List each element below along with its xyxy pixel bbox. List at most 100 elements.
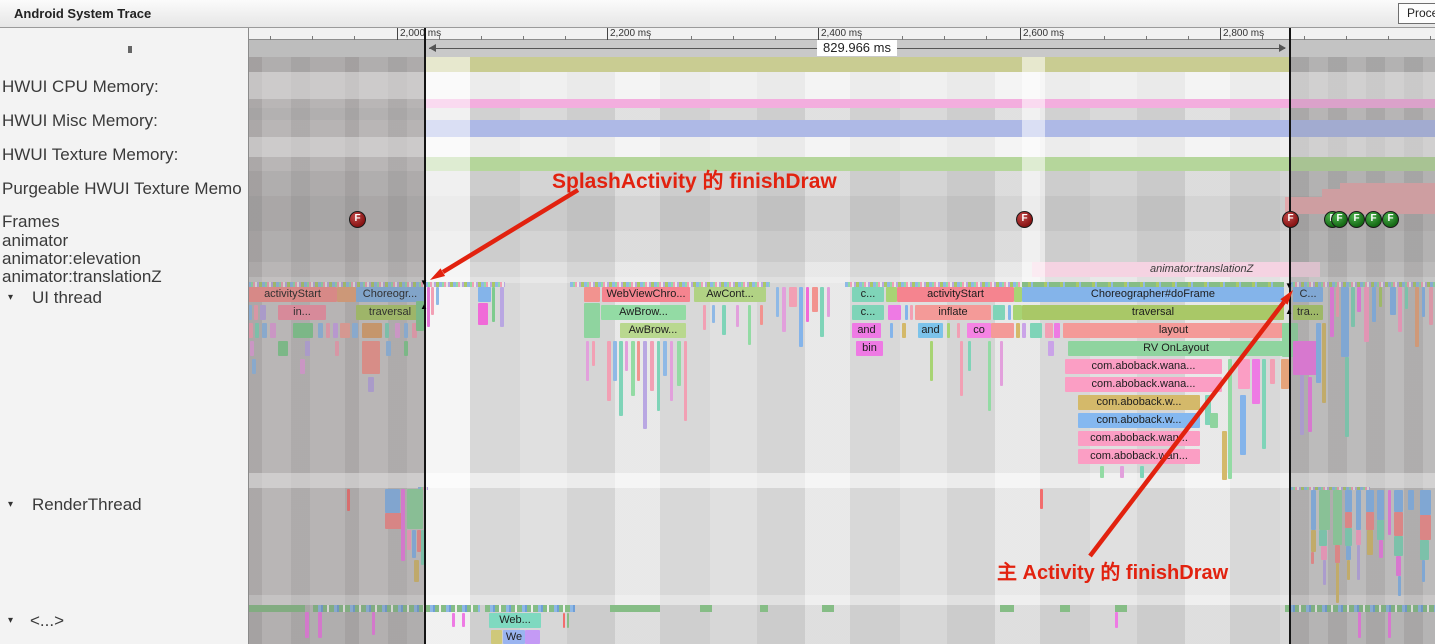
trace-span[interactable] (827, 287, 830, 317)
trace-span[interactable] (960, 341, 963, 396)
trace-span[interactable] (584, 287, 600, 302)
trace-span[interactable] (799, 287, 803, 347)
trace-span[interactable] (586, 341, 589, 381)
trace-span[interactable] (1319, 530, 1327, 546)
trace-span[interactable] (776, 287, 779, 317)
trace-span[interactable] (337, 287, 356, 302)
trace-span[interactable] (386, 341, 391, 356)
trace-span[interactable] (888, 305, 901, 320)
trace-span[interactable] (1345, 357, 1349, 437)
trace-span-labeled[interactable]: com.aboback.wana... (1065, 359, 1222, 374)
trace-span[interactable] (886, 287, 897, 302)
trace-span[interactable] (1357, 287, 1361, 312)
sidebar-item-hwui-cpu-memory[interactable]: HWUI CPU Memory: (2, 77, 159, 97)
sidebar-item-animator-elevation[interactable]: animator:elevation (2, 249, 141, 269)
trace-span[interactable] (478, 287, 491, 302)
trace-span[interactable] (492, 287, 495, 322)
trace-span[interactable] (1351, 287, 1355, 327)
trace-span[interactable] (1228, 359, 1232, 479)
trace-span[interactable] (905, 305, 908, 320)
trace-span[interactable] (1308, 377, 1312, 432)
trace-span[interactable] (462, 613, 465, 627)
trace-span[interactable] (252, 359, 256, 374)
trace-span[interactable] (1000, 341, 1003, 386)
trace-span[interactable] (254, 305, 258, 320)
trace-span-labeled[interactable]: We (503, 630, 525, 644)
trace-span[interactable] (1210, 413, 1218, 428)
trace-span[interactable] (1356, 490, 1361, 530)
trace-span[interactable] (293, 323, 313, 338)
trace-span[interactable] (1346, 546, 1351, 560)
trace-span[interactable] (305, 341, 310, 356)
trace-span[interactable] (1398, 576, 1401, 596)
trace-span[interactable] (412, 530, 416, 558)
trace-span[interactable] (619, 341, 623, 416)
trace-span[interactable] (1054, 323, 1060, 338)
trace-span-labeled[interactable]: layout (1063, 323, 1284, 338)
trace-span[interactable] (736, 305, 739, 327)
trace-span[interactable] (1405, 287, 1408, 309)
trace-span[interactable] (305, 612, 309, 638)
trace-span[interactable] (1270, 359, 1275, 384)
trace-span[interactable] (1394, 490, 1403, 512)
sidebar-item-item[interactable]: <...> (30, 611, 64, 631)
trace-span[interactable] (760, 305, 763, 325)
trace-span[interactable] (1336, 287, 1339, 317)
trace-span[interactable] (1396, 556, 1401, 576)
trace-span[interactable] (1311, 552, 1314, 564)
disclosure-arrow-icon[interactable]: ▾ (8, 615, 13, 626)
trace-span[interactable] (993, 305, 1005, 320)
trace-span[interactable] (1014, 287, 1022, 302)
trace-span[interactable] (1222, 431, 1227, 480)
trace-span[interactable] (436, 287, 439, 305)
trace-span[interactable] (613, 341, 617, 381)
trace-span[interactable] (902, 323, 906, 338)
trace-span-labeled[interactable]: c... (852, 287, 884, 302)
trace-span-labeled[interactable]: AwCont... (694, 287, 766, 302)
trace-span[interactable] (335, 341, 339, 356)
trace-span-labeled[interactable]: C... (1293, 287, 1323, 302)
trace-span-labeled[interactable]: com.aboback.w... (1078, 395, 1200, 410)
trace-span[interactable] (1115, 612, 1118, 628)
sidebar-item-hwui-misc-memory[interactable]: HWUI Misc Memory: (2, 111, 158, 131)
trace-span[interactable] (1100, 466, 1104, 478)
trace-span-labeled[interactable]: and (918, 323, 943, 338)
trace-span[interactable] (395, 323, 400, 338)
trace-span-labeled[interactable]: AwBrow... (620, 323, 686, 338)
trace-span-labeled[interactable]: bin (856, 341, 883, 356)
disclosure-arrow-icon[interactable]: ▾ (8, 499, 13, 510)
trace-span[interactable] (1238, 359, 1250, 389)
selection-marker-end[interactable] (1289, 28, 1291, 644)
trace-span[interactable] (607, 341, 611, 401)
trace-span[interactable] (1415, 287, 1419, 347)
trace-span[interactable] (262, 323, 267, 338)
trace-span[interactable] (1429, 287, 1433, 325)
trace-span[interactable] (1321, 546, 1327, 560)
trace-span[interactable] (385, 513, 402, 529)
trace-span[interactable] (703, 305, 706, 330)
trace-span[interactable] (657, 341, 660, 411)
trace-span[interactable] (407, 489, 423, 529)
trace-span[interactable] (1379, 287, 1382, 307)
trace-span[interactable] (362, 323, 382, 338)
trace-span[interactable] (1356, 530, 1361, 545)
trace-span-labeled[interactable]: in... (278, 305, 326, 320)
trace-span[interactable] (684, 341, 687, 421)
trace-span-labeled[interactable]: c... (852, 305, 884, 320)
trace-span[interactable] (525, 630, 540, 644)
trace-span[interactable] (1300, 375, 1304, 435)
trace-span[interactable] (333, 323, 338, 338)
frame-badge-green[interactable]: F (1382, 211, 1399, 228)
selection-marker-start[interactable] (424, 28, 426, 644)
trace-span[interactable] (1293, 341, 1317, 375)
trace-span[interactable] (1022, 323, 1026, 338)
trace-span[interactable] (567, 613, 569, 628)
trace-span[interactable] (1322, 323, 1326, 403)
trace-span-labeled[interactable]: com.aboback.wan... (1078, 449, 1200, 464)
sidebar-item-animator[interactable]: animator (2, 231, 68, 251)
trace-span[interactable] (401, 489, 405, 561)
trace-span[interactable] (1341, 287, 1349, 357)
trace-span[interactable] (1388, 612, 1391, 638)
trace-span-labeled[interactable]: traversal (1022, 305, 1284, 320)
trace-span[interactable] (631, 341, 635, 396)
